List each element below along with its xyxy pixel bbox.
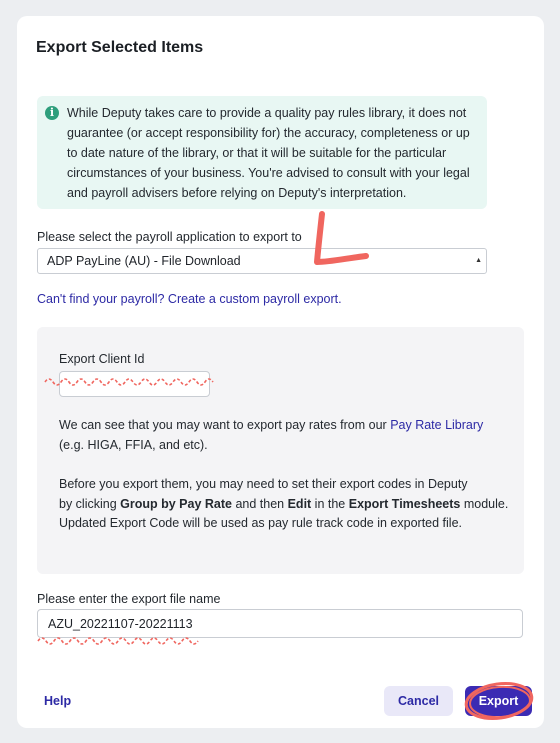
payroll-select-label: Please select the payroll application to… [37,230,302,244]
payroll-select-value: ADP PayLine (AU) - File Download [47,254,241,268]
pay-rate-library-link[interactable]: Pay Rate Library [390,418,483,432]
pay-rate-text-before: We can see that you may want to export p… [59,418,391,432]
pay-rate-text: We can see that you may want to export p… [59,416,509,455]
instruction-line-2g: module. [460,496,509,511]
instruction-line-2e: in the [311,496,349,511]
instruction-line-3: Updated Export Code will be used as pay … [59,516,463,530]
payroll-select[interactable]: ADP PayLine (AU) - File Download ▲ [37,248,487,274]
info-icon: i [45,106,59,120]
instruction-line-2a: by clicking [59,496,121,511]
cancel-button[interactable]: Cancel [384,686,453,716]
export-timesheets-text: Export Timesheets [348,496,461,511]
info-text: While Deputy takes care to provide a qua… [67,106,470,200]
pay-rate-text-after: (e.g. HIGA, FFIA, and etc). [59,437,208,452]
client-id-input[interactable] [59,371,210,397]
pay-rate-panel: Export Client Id We can see that you may… [37,327,524,574]
custom-payroll-link[interactable]: Can't find your payroll? Create a custom… [37,292,342,306]
info-notice: i While Deputy takes care to provide a q… [37,96,487,209]
export-code-instructions: Before you export them, you may need to … [59,475,509,534]
export-button[interactable]: Export [465,686,532,716]
export-dialog: Export Selected Items i While Deputy tak… [17,16,544,728]
dialog-title: Export Selected Items [36,39,204,56]
group-by-pay-rate-text: Group by Pay Rate [120,496,232,511]
edit-text: Edit [287,496,312,511]
help-link[interactable]: Help [44,694,71,708]
instruction-line-2c: and then [231,496,288,511]
file-name-input[interactable] [37,609,523,638]
file-name-label: Please enter the export file name [37,592,221,606]
instruction-line-1: Before you export them, you may need to … [59,477,468,491]
chevron-down-icon: ▲ [475,257,482,264]
client-id-label: Export Client Id [59,352,145,366]
